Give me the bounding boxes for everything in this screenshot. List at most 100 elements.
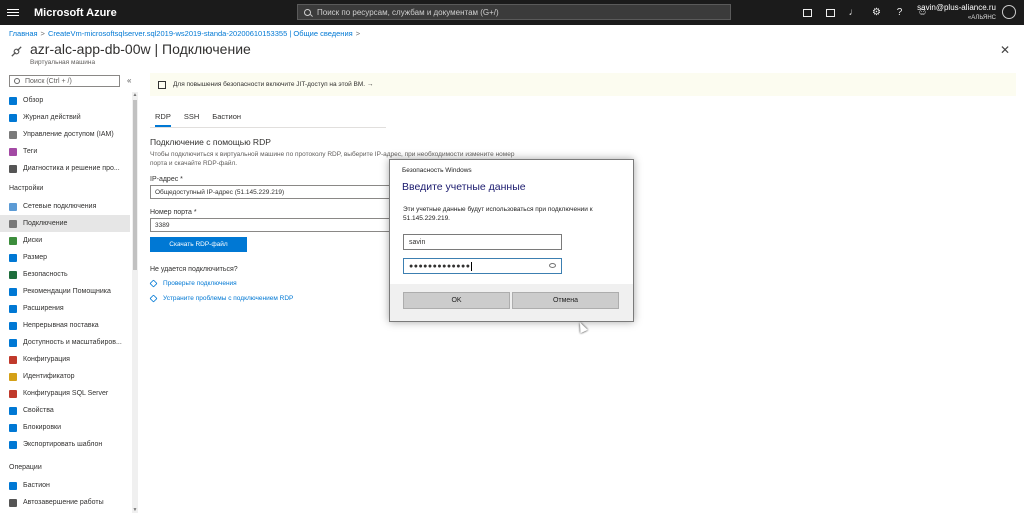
tab-ssh[interactable]: SSH (184, 112, 199, 127)
global-search-input[interactable]: Поиск по ресурсам, службам и документам … (297, 4, 731, 20)
directory-filter-icon[interactable] (819, 0, 842, 25)
sidebar-item-label: Размер (23, 254, 48, 261)
tab-rdp[interactable]: RDP (155, 112, 171, 127)
breadcrumb-deployment[interactable]: CreateVm-microsoftsqlserver.sql2019-ws20… (48, 29, 353, 38)
account-menu[interactable]: savin@plus-aliance.ru «АЛЬЯНС (917, 3, 996, 23)
cancel-button[interactable]: Отмена (512, 292, 619, 309)
page-title: azr-alc-app-db-00w | Подключение (30, 41, 251, 57)
identity-icon (9, 372, 17, 381)
rdp-section-title: Подключение с помощью RDP (150, 137, 271, 147)
iam-icon (9, 130, 17, 139)
sidebar-item-label: Автозавершение работы (23, 499, 104, 506)
scroll-down-icon[interactable]: ▼ (132, 507, 138, 513)
sidebar-item-iam[interactable]: Управление доступом (IAM) (0, 126, 130, 143)
scrollbar-thumb[interactable] (133, 100, 137, 270)
password-field[interactable]: ●●●●●●●●●●●●● (403, 258, 562, 274)
overview-icon (9, 96, 17, 105)
jit-info-text: Для повышения безопасности включите JIT-… (173, 81, 374, 88)
sidebar-item-label: Теги (23, 148, 38, 155)
troubleshoot-rdp-link[interactable]: Устраните проблемы с подключением RDP (149, 294, 293, 303)
cant-connect-heading: Не удается подключиться? (150, 266, 238, 273)
sidebar-item-continuous-delivery[interactable]: Непрерывная поставка (0, 317, 130, 334)
configuration-icon (9, 355, 17, 364)
sidebar: Поиск (Ctrl + /) « ▲ ▼ Обзор Журнал дейс… (0, 72, 140, 513)
tag-icon (9, 147, 17, 156)
sidebar-item-auto-shutdown[interactable]: Автозавершение работы (0, 494, 130, 511)
tab-bastion[interactable]: Бастион (212, 112, 241, 127)
sidebar-item-diagnose[interactable]: Диагностика и решение про... (0, 160, 130, 177)
sidebar-item-label: Экспортировать шаблон (23, 441, 103, 448)
notifications-icon[interactable]: ♩ (842, 0, 865, 25)
availability-icon (9, 338, 17, 347)
sidebar-item-activity-log[interactable]: Журнал действий (0, 109, 130, 126)
sidebar-item-overview[interactable]: Обзор (0, 92, 130, 109)
sidebar-item-networking[interactable]: Сетевые подключения (0, 198, 130, 215)
sidebar-item-locks[interactable]: Блокировки (0, 419, 130, 436)
link-icon (149, 279, 158, 288)
activity-log-icon (9, 113, 17, 122)
sidebar-item-label: Безопасность (23, 271, 68, 278)
ok-button[interactable]: OK (403, 292, 510, 309)
sidebar-item-identity[interactable]: Идентификатор (0, 368, 130, 385)
sidebar-item-properties[interactable]: Свойства (0, 402, 130, 419)
lock-icon (9, 423, 17, 432)
sidebar-item-tags[interactable]: Теги (0, 143, 130, 160)
dialog-button-bar: OK Отмена (390, 284, 633, 321)
sidebar-item-connect[interactable]: Подключение (0, 215, 130, 232)
section-operations: Операции (9, 464, 42, 471)
reveal-password-icon[interactable] (549, 263, 556, 268)
download-rdp-button[interactable]: Скачать RDP-файл (150, 237, 247, 252)
sidebar-item-label: Доступность и масштабиров... (23, 339, 122, 346)
help-icon[interactable]: ? (888, 0, 911, 25)
sidebar-item-label: Свойства (23, 407, 54, 414)
sidebar-item-label: Обзор (23, 97, 44, 104)
ip-address-value: Общедоступный IP-адрес (51.145.229.219) (155, 188, 285, 196)
sidebar-item-sql-config[interactable]: Конфигурация SQL Server (0, 385, 130, 402)
sidebar-item-export-template[interactable]: Экспортировать шаблон (0, 436, 130, 453)
jit-info-banner[interactable]: Для повышения безопасности включите JIT-… (150, 73, 1016, 96)
sidebar-item-label: Журнал действий (23, 114, 81, 121)
sidebar-item-label: Рекомендации Помощника (23, 288, 111, 295)
cloud-shell-icon[interactable] (796, 0, 819, 25)
close-icon[interactable]: ✕ (1000, 43, 1010, 57)
sidebar-scrollbar[interactable]: ▲ ▼ (132, 92, 138, 513)
settings-icon[interactable]: ⚙ (865, 0, 888, 25)
sidebar-item-availability[interactable]: Доступность и масштабиров... (0, 334, 130, 351)
port-number-input[interactable]: 3389 (150, 218, 390, 232)
brand-title[interactable]: Microsoft Azure (34, 7, 117, 19)
info-icon (158, 80, 166, 89)
sidebar-item-extensions[interactable]: Расширения (0, 300, 130, 317)
user-email: savin@plus-aliance.ru (917, 3, 996, 12)
export-icon (9, 440, 17, 449)
collapse-sidebar-icon[interactable]: « (127, 76, 131, 85)
sidebar-item-label: Сетевые подключения (23, 203, 97, 210)
username-field[interactable]: savin (403, 234, 562, 250)
properties-icon (9, 406, 17, 415)
avatar[interactable] (1002, 5, 1016, 19)
sql-icon (9, 389, 17, 398)
sidebar-item-advisor[interactable]: Рекомендации Помощника (0, 283, 130, 300)
connect-tabs: RDP SSH Бастион (155, 112, 254, 127)
breadcrumb-home[interactable]: Главная (9, 29, 38, 38)
connect-icon (9, 219, 17, 228)
scroll-up-icon[interactable]: ▲ (132, 92, 138, 98)
connect-icon (11, 46, 22, 57)
sidebar-item-configuration[interactable]: Конфигурация (0, 351, 130, 368)
sidebar-item-security[interactable]: Безопасность (0, 266, 130, 283)
menu-icon[interactable] (0, 0, 26, 25)
sidebar-item-disks[interactable]: Диски (0, 232, 130, 249)
title-row: azr-alc-app-db-00w | Подключение (9, 41, 251, 59)
check-connection-link[interactable]: Проверьте подключения (149, 279, 237, 288)
sidebar-item-label: Диски (23, 237, 43, 244)
ip-address-select[interactable]: Общедоступный IP-адрес (51.145.229.219) (150, 185, 390, 199)
mouse-pointer-icon (576, 320, 588, 334)
sidebar-item-label: Бастион (23, 482, 50, 489)
sidebar-item-bastion[interactable]: Бастион (0, 477, 130, 494)
sidebar-item-label: Управление доступом (IAM) (23, 131, 114, 138)
disk-icon (9, 236, 17, 245)
text-caret (471, 261, 473, 271)
sidebar-search-input[interactable]: Поиск (Ctrl + /) (9, 75, 120, 87)
windows-security-dialog: Безопасность Windows Введите учетные дан… (389, 159, 634, 322)
top-bar: Microsoft Azure Поиск по ресурсам, служб… (0, 0, 1024, 25)
sidebar-item-size[interactable]: Размер (0, 249, 130, 266)
